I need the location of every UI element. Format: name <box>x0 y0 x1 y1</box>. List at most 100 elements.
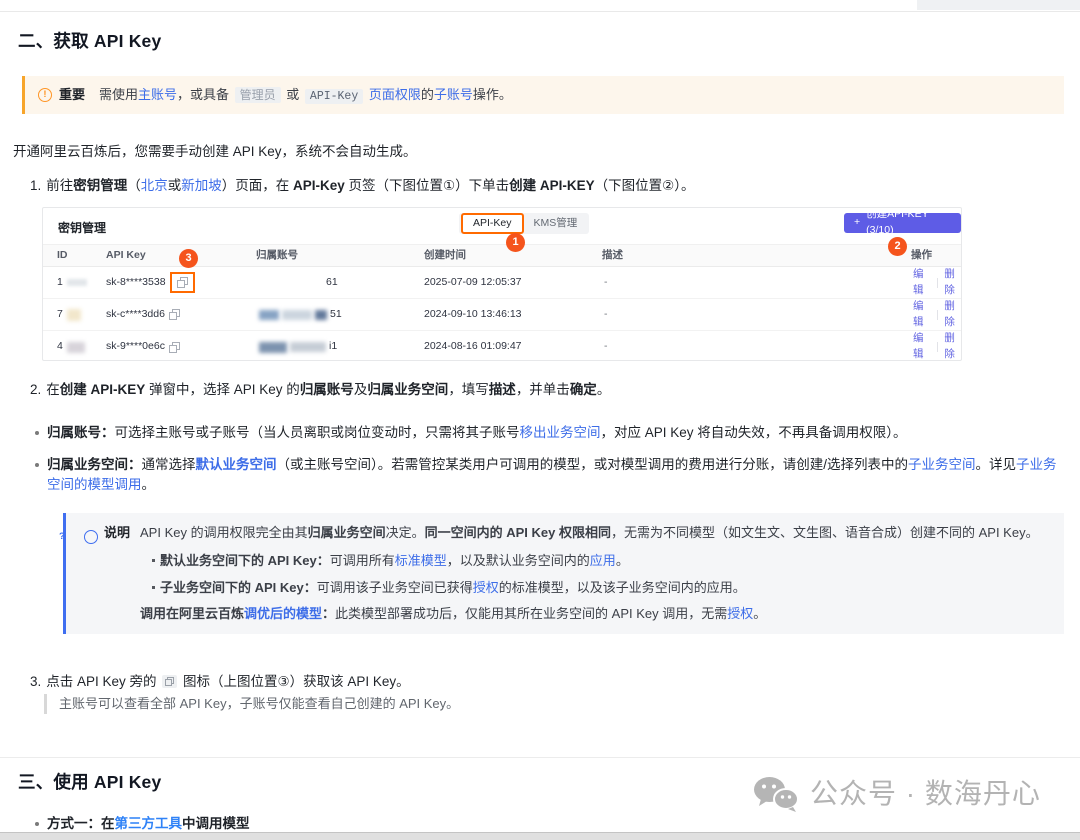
cell-api-key: sk-8****3538 <box>106 272 256 293</box>
text-segment: 及 <box>354 382 368 397</box>
table-row: 4 sk-9****0e6c i1 2024-08-16 01:09:47 - … <box>43 331 961 363</box>
text-segment: 可调用该子业务空间已获得 <box>317 580 473 595</box>
cell-created: 2024-09-10 13:46:13 <box>424 307 602 323</box>
step-1: 1. 前往密钥管理（北京或新加坡）页面，在 API-Key 页签（下图位置①）下… <box>30 176 1060 196</box>
edit-link[interactable]: 编辑 <box>913 299 930 331</box>
cell-created: 2024-08-16 01:09:47 <box>424 339 602 355</box>
console-screenshot: 密钥管理 API-Key KMS管理 + 创建API-KEY (3/10) 1 … <box>42 207 962 361</box>
note-label: 说明 <box>104 525 130 540</box>
text-segment: 。 <box>753 606 766 621</box>
warning-icon: ! <box>38 88 52 102</box>
plus-icon: + <box>854 215 860 231</box>
text-segment: 归属账号 <box>300 382 354 397</box>
delete-link[interactable]: 删除 <box>944 331 961 363</box>
delete-link[interactable]: 删除 <box>944 267 961 299</box>
text-segment: 此类模型部署成功后，仅能用其所在业务空间的 API Key 调用，无需 <box>335 606 727 621</box>
text-segment: 可选择主账号或子账号（当人员离职或岗位变动时，只需将其子账号 <box>115 425 520 440</box>
redacted-blob <box>282 310 312 320</box>
text-segment: ，或具备 <box>177 87 233 102</box>
section-divider <box>0 757 1080 758</box>
step-1-text: 前往密钥管理（北京或新加坡）页面，在 API-Key 页签（下图位置①）下单击创… <box>46 176 694 196</box>
bullet-marker <box>35 431 39 435</box>
bullet-workspace-text: 归属业务空间：通常选择默认业务空间（或主账号空间）。若需管控某类用户可调用的模型… <box>47 455 1061 496</box>
text-segment: 调用在阿里云百炼 <box>140 606 244 621</box>
table-row: 7 sk-c****3dd6 51 2024-09-10 13:46:13 - … <box>43 299 961 331</box>
link-main-account[interactable]: 主账号 <box>138 87 177 102</box>
cell-created: 2025-07-09 12:05:37 <box>424 275 602 291</box>
cell-id: 4 <box>57 339 106 355</box>
text-segment: 可调用所有 <box>330 553 395 568</box>
column-header-account: 归属账号 <box>256 248 424 264</box>
text-segment: 图标（上图位置③）获取该 API Key。 <box>179 674 409 689</box>
id-text: 1 <box>57 275 63 291</box>
section-title-use-api-key: 三、使用 API Key <box>18 769 161 795</box>
text-segment: 点击 API Key 旁的 <box>46 674 160 689</box>
step-3-text: 点击 API Key 旁的 图标（上图位置③）获取该 API Key。 <box>46 672 409 692</box>
text-segment: 子业务空间下的 API Key： <box>160 580 317 595</box>
text-segment: 归属账号： <box>47 425 115 440</box>
redacted-blob <box>259 342 287 353</box>
text-segment: 创建 API-KEY <box>60 382 146 397</box>
link-standard-models[interactable]: 标准模型 <box>395 553 447 568</box>
text-segment: 同一空间内的 API Key 权限相同 <box>425 525 611 540</box>
link-beijing[interactable]: 北京 <box>141 178 168 193</box>
copy-icon[interactable] <box>177 277 188 288</box>
text-segment: 。 <box>142 477 156 492</box>
text-segment: 的 <box>421 87 434 102</box>
cell-actions: 编辑 删除 <box>896 299 961 331</box>
text-segment: ，以及默认业务空间内的 <box>447 553 590 568</box>
text-segment: 确定 <box>570 382 597 397</box>
copy-icon[interactable] <box>169 342 180 353</box>
text-segment: 页签（下图位置①）下单击 <box>345 178 509 193</box>
text-segment: ，无需为不同模型（如文生文、文生图、语音合成）创建不同的 API Key。 <box>611 525 1039 540</box>
important-text: 需使用主账号，或具备 管理员 或 API-Key 页面权限的子账号操作。 <box>99 85 512 105</box>
link-applications[interactable]: 应用 <box>590 553 616 568</box>
id-text: 7 <box>57 307 63 323</box>
copy-icon[interactable] <box>169 309 180 320</box>
link-page-permission[interactable]: 页面权限 <box>369 87 421 102</box>
link-remove-from-workspace[interactable]: 移出业务空间 <box>520 425 601 440</box>
text-segment: 密钥管理 <box>73 178 127 193</box>
edit-link[interactable]: 编辑 <box>913 267 930 299</box>
link-finetuned-models[interactable]: 调优后的模型 <box>244 606 322 621</box>
column-header-id: ID <box>57 248 106 264</box>
link-singapore[interactable]: 新加坡 <box>181 178 222 193</box>
cell-api-key: sk-c****3dd6 <box>106 307 256 323</box>
link-authorization[interactable]: 授权 <box>473 580 499 595</box>
text-segment: 操作。 <box>473 87 512 102</box>
annotation-badge-1: 1 <box>506 233 525 252</box>
edit-link[interactable]: 编辑 <box>913 331 930 363</box>
tab-kms[interactable]: KMS管理 <box>524 215 588 233</box>
create-api-key-button-label: 创建API-KEY (3/10) <box>866 207 951 239</box>
text-segment: 。 <box>616 553 629 568</box>
note-finetuned-line: 调用在阿里云百炼调优后的模型：此类模型部署成功后，仅能用其所在业务空间的 API… <box>84 603 1048 624</box>
text-segment: 归属业务空间 <box>367 382 448 397</box>
link-default-workspace[interactable]: 默认业务空间 <box>196 457 277 472</box>
copy-icon[interactable] <box>162 675 177 688</box>
tab-group: API-Key KMS管理 <box>459 213 589 234</box>
api-key-text: sk-c****3dd6 <box>106 307 165 323</box>
cell-desc: - <box>602 275 896 291</box>
step-number: 1. <box>30 176 41 196</box>
text-segment: 归属业务空间： <box>47 457 142 472</box>
note-sub-bullet-subspace: 子业务空间下的 API Key：可调用该子业务空间已获得授权的标准模型，以及该子… <box>84 577 1048 598</box>
link-sub-account[interactable]: 子账号 <box>434 87 473 102</box>
section-title-get-api-key: 二、获取 API Key <box>18 28 161 54</box>
account-suffix: 61 <box>326 275 338 291</box>
tab-api-key[interactable]: API-Key <box>461 213 524 235</box>
redacted-blob <box>67 309 81 321</box>
link-sub-workspace[interactable]: 子业务空间 <box>908 457 976 472</box>
wechat-icon <box>753 776 799 812</box>
link-authorization-2[interactable]: 授权 <box>727 606 753 621</box>
link-third-party-tools[interactable]: 第三方工具 <box>115 816 183 831</box>
text-segment: ，对应 API Key 将自动失效，不再具备调用权限）。 <box>601 425 907 440</box>
tag-api-key: API-Key <box>305 89 363 104</box>
create-api-key-button[interactable]: + 创建API-KEY (3/10) <box>844 213 961 233</box>
step-3-quote: 主账号可以查看全部 API Key，子账号仅能查看自己创建的 API Key。 <box>44 694 459 714</box>
text-segment: 弹窗中，选择 API Key 的 <box>145 382 300 397</box>
text-segment: 需使用 <box>99 87 138 102</box>
important-label: 重要 <box>59 85 85 105</box>
text-segment: 描述 <box>489 382 516 397</box>
delete-link[interactable]: 删除 <box>944 299 961 331</box>
console-title: 密钥管理 <box>58 219 106 237</box>
